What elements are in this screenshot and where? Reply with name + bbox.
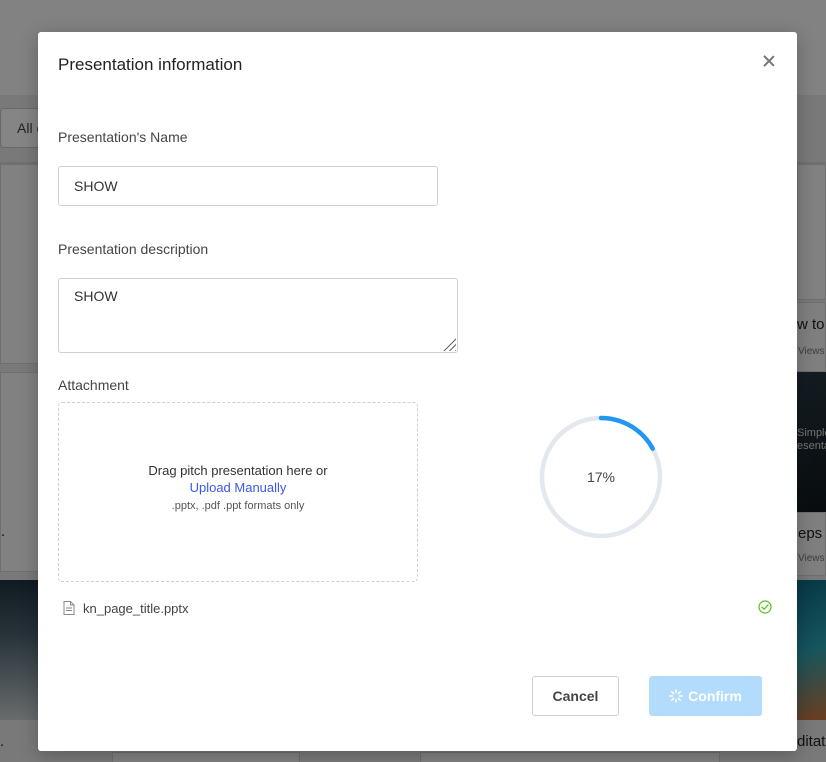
attachment-label: Attachment xyxy=(58,377,129,393)
loading-spinner-icon xyxy=(669,689,683,703)
presentation-description-textarea[interactable]: SHOW xyxy=(58,278,458,353)
cancel-button[interactable]: Cancel xyxy=(532,676,619,716)
description-label: Presentation description xyxy=(58,241,209,257)
name-label: Presentation's Name xyxy=(58,129,188,145)
dropzone-format-hint: .pptx, .pdf .ppt formats only xyxy=(171,500,305,512)
progress-percent-label: 17% xyxy=(586,469,616,485)
check-circle-icon xyxy=(758,600,772,614)
dialog-title: Presentation information xyxy=(58,55,243,74)
close-icon[interactable] xyxy=(760,52,778,70)
document-icon xyxy=(63,601,75,615)
cancel-button-label: Cancel xyxy=(552,688,599,704)
upload-progress-ring: 17% xyxy=(538,414,664,540)
presentation-name-input[interactable] xyxy=(58,166,438,206)
presentation-info-dialog: Presentation information Presentation's … xyxy=(38,32,797,751)
uploaded-file-row: kn_page_title.pptx xyxy=(63,600,775,618)
file-dropzone[interactable]: Drag pitch presentation here or Upload M… xyxy=(58,402,418,582)
confirm-button-label: Confirm xyxy=(688,688,742,704)
uploaded-file-name: kn_page_title.pptx xyxy=(83,601,189,616)
dropzone-prompt: Drag pitch presentation here or xyxy=(148,463,328,478)
confirm-button[interactable]: Confirm xyxy=(649,676,762,716)
upload-manually-link[interactable]: Upload Manually xyxy=(59,479,417,496)
